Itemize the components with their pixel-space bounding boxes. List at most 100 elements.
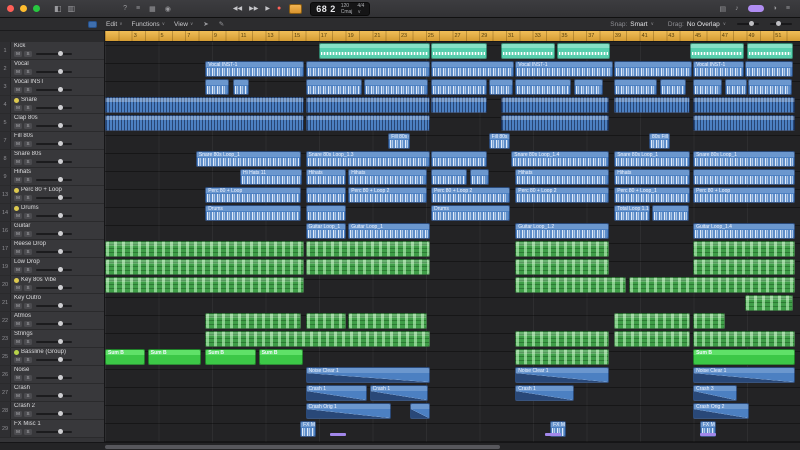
- snap-mode-dropdown[interactable]: Smart: [630, 21, 647, 28]
- region[interactable]: [431, 169, 468, 185]
- solo-button[interactable]: S: [24, 267, 32, 273]
- solo-button[interactable]: S: [24, 429, 32, 435]
- region[interactable]: Crash Orig 2: [693, 403, 750, 419]
- track-header[interactable]: 17 Reese Drop M S: [0, 240, 104, 258]
- region[interactable]: [690, 43, 744, 59]
- volume-knob[interactable]: [57, 339, 63, 344]
- track-header[interactable]: 20 Key 80s Vibe M S: [0, 276, 104, 294]
- volume-knob[interactable]: [57, 213, 63, 218]
- region[interactable]: Vocal INST-1: [515, 61, 613, 77]
- volume-knob[interactable]: [57, 393, 63, 398]
- editors-icon[interactable]: ▦: [149, 5, 156, 13]
- region[interactable]: [745, 61, 794, 77]
- solo-button[interactable]: S: [24, 51, 32, 57]
- minimize-window-button[interactable]: [20, 5, 27, 12]
- volume-knob[interactable]: [57, 87, 63, 92]
- horizontal-zoom-knob[interactable]: [749, 21, 754, 26]
- volume-slider[interactable]: [36, 87, 72, 92]
- mixer-icon[interactable]: ≡: [136, 5, 140, 13]
- volume-slider[interactable]: [36, 285, 72, 290]
- region[interactable]: [305, 259, 430, 275]
- region[interactable]: [725, 79, 747, 95]
- region[interactable]: Perc 80 + Loop 2: [348, 187, 428, 203]
- mute-button[interactable]: M: [14, 303, 22, 309]
- horizontal-zoom-slider[interactable]: [737, 21, 759, 26]
- solo-button[interactable]: S: [24, 213, 32, 219]
- region[interactable]: [305, 205, 346, 221]
- volume-knob[interactable]: [57, 357, 63, 362]
- region[interactable]: [305, 187, 346, 203]
- volume-slider[interactable]: [36, 393, 72, 398]
- volume-slider[interactable]: [36, 213, 72, 218]
- volume-knob[interactable]: [57, 159, 63, 164]
- volume-slider[interactable]: [36, 141, 72, 146]
- volume-slider[interactable]: [36, 231, 72, 236]
- solo-button[interactable]: S: [24, 321, 32, 327]
- region[interactable]: Hihats: [305, 169, 346, 185]
- solo-button[interactable]: S: [24, 87, 32, 93]
- mute-button[interactable]: M: [14, 393, 22, 399]
- track-header[interactable]: 9 Hihats M S: [0, 168, 104, 186]
- region[interactable]: [431, 79, 488, 95]
- solo-button[interactable]: S: [24, 195, 32, 201]
- region[interactable]: Sum B: [105, 349, 146, 365]
- apple-loops-icon[interactable]: ♪: [735, 5, 739, 12]
- volume-knob[interactable]: [57, 321, 63, 326]
- mute-button[interactable]: M: [14, 321, 22, 327]
- region[interactable]: [205, 79, 230, 95]
- track-header[interactable]: 22 Atmos M S: [0, 312, 104, 330]
- volume-slider[interactable]: [36, 249, 72, 254]
- region[interactable]: Noise Clear 1: [693, 367, 795, 383]
- quick-help-icon[interactable]: ?: [123, 5, 127, 13]
- region[interactable]: [614, 331, 691, 347]
- pointer-tool-icon[interactable]: ➤: [203, 20, 208, 28]
- region[interactable]: Hihats: [348, 169, 428, 185]
- region[interactable]: Guitar Loop_1: [348, 223, 430, 239]
- mute-button[interactable]: M: [14, 231, 22, 237]
- solo-button[interactable]: S: [24, 123, 32, 129]
- region[interactable]: Drums: [205, 205, 302, 221]
- mute-button[interactable]: M: [14, 159, 22, 165]
- volume-knob[interactable]: [57, 285, 63, 290]
- vertical-zoom-slider[interactable]: [770, 21, 792, 26]
- play-button[interactable]: ▶: [265, 5, 270, 12]
- region[interactable]: Guitar Loop_1.4: [693, 223, 795, 239]
- region[interactable]: [515, 331, 609, 347]
- region[interactable]: [500, 115, 609, 131]
- region[interactable]: FX M: [300, 421, 317, 437]
- track-header[interactable]: 1 Kick M S: [0, 42, 104, 60]
- close-window-button[interactable]: [7, 5, 14, 12]
- volume-slider[interactable]: [36, 267, 72, 272]
- region[interactable]: [614, 79, 657, 95]
- mute-button[interactable]: M: [14, 51, 22, 57]
- menu-edit[interactable]: Edit ∨: [106, 21, 123, 28]
- track-header[interactable]: 28 Crash 2 MS: [0, 402, 104, 420]
- track-header[interactable]: 5 Clap 80s M S: [0, 114, 104, 132]
- volume-slider[interactable]: [36, 195, 72, 200]
- region[interactable]: Hihats: [614, 169, 691, 185]
- solo-button[interactable]: S: [24, 69, 32, 75]
- menu-functions[interactable]: Functions ∨: [132, 21, 165, 28]
- mute-button[interactable]: M: [14, 339, 22, 345]
- volume-slider[interactable]: [36, 321, 72, 326]
- volume-knob[interactable]: [57, 231, 63, 236]
- region[interactable]: [105, 241, 305, 257]
- record-button[interactable]: ●: [277, 5, 281, 12]
- region[interactable]: [409, 403, 430, 419]
- volume-slider[interactable]: [36, 51, 72, 56]
- region[interactable]: [205, 313, 302, 329]
- region[interactable]: [693, 313, 726, 329]
- region[interactable]: Sum B: [147, 349, 202, 365]
- drag-mode-dropdown[interactable]: No Overlap: [687, 21, 720, 28]
- region[interactable]: Snare 80s Loop_1: [614, 151, 691, 167]
- volume-knob[interactable]: [57, 141, 63, 146]
- mute-button[interactable]: M: [14, 357, 22, 363]
- region[interactable]: [747, 79, 792, 95]
- track-header[interactable]: 3 Vocal INST M S: [0, 78, 104, 96]
- list-editors-icon[interactable]: ▤: [720, 5, 727, 13]
- horizontal-scrollbar-thumb[interactable]: [105, 445, 500, 449]
- region[interactable]: [693, 169, 795, 185]
- volume-slider[interactable]: [36, 159, 72, 164]
- region[interactable]: [614, 97, 691, 113]
- region[interactable]: [305, 97, 430, 113]
